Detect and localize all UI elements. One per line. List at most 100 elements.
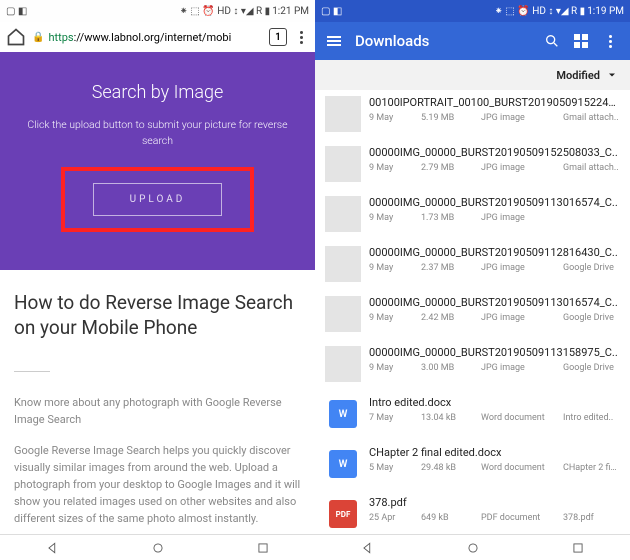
sort-label: Modified: [556, 69, 600, 82]
upload-highlight-frame: UPLOAD: [61, 167, 255, 232]
hero-section: Search by Image Click the upload button …: [0, 52, 315, 270]
upload-button[interactable]: UPLOAD: [93, 183, 223, 216]
file-info: 00000IMG_00000_BURST20190509152508033_C.…: [369, 146, 620, 182]
file-size: 13.04 kB: [421, 413, 481, 423]
file-type: PDF document: [481, 513, 563, 523]
file-source: Google Drive: [563, 313, 620, 323]
file-row[interactable]: 00000IMG_00000_BURST20190509112816430_C.…: [315, 240, 630, 290]
home-nav-icon[interactable]: [466, 541, 480, 555]
image-thumb: [325, 196, 361, 232]
kebab-menu-icon[interactable]: [293, 31, 309, 44]
file-size: 3.00 MB: [421, 363, 481, 373]
image-thumb: [325, 146, 361, 182]
kebab-menu-icon[interactable]: [602, 35, 618, 48]
image-thumb: [325, 346, 361, 382]
file-meta: 9 May 2.37 MB JPG image Google Drive: [369, 263, 620, 273]
file-name: 00000IMG_00000_BURST20190509152508033_C.…: [369, 146, 620, 159]
file-info: 00100lPORTRAIT_00100_BURST20190509152241…: [369, 96, 620, 132]
pdf-icon: PDF: [329, 500, 357, 528]
search-icon[interactable]: [544, 33, 560, 49]
home-icon[interactable]: [6, 27, 26, 47]
file-info: 00000IMG_00000_BURST20190509113016574_C.…: [369, 196, 620, 232]
recent-icon[interactable]: [571, 541, 585, 555]
chevron-down-icon: [606, 69, 618, 81]
image-thumb: [325, 296, 361, 332]
file-source: Intro edited..: [563, 413, 620, 423]
file-type: JPG image: [481, 113, 563, 123]
image-thumb: [325, 96, 361, 132]
status-icons-right: ⁕ ⬚ ⏰ HD ↕ ▾◢ R ▮: [494, 6, 585, 17]
tab-count-button[interactable]: 1: [269, 28, 287, 46]
file-size: 2.42 MB: [421, 313, 481, 323]
article-p1: Know more about any photograph with Goog…: [14, 394, 301, 428]
file-row[interactable]: 00000IMG_00000_BURST20190509113016574_C.…: [315, 290, 630, 340]
status-icons-right: ⁕ ⬚ ⏰ HD ↕ ▾◢ R ▮: [179, 6, 270, 17]
file-row[interactable]: 00000IMG_00000_BURST20190509113016574_C.…: [315, 190, 630, 240]
file-size: 649 kB: [421, 513, 481, 523]
file-row[interactable]: W Intro edited.docx 7 May 13.04 kB Word …: [315, 390, 630, 440]
status-time: 1:19 PM: [587, 6, 624, 17]
file-info: 00000IMG_00000_BURST20190509112816430_C.…: [369, 246, 620, 282]
file-row[interactable]: 00000IMG_00000_BURST20190509113158975_C.…: [315, 340, 630, 390]
file-size: 29.48 kB: [421, 463, 481, 473]
file-date: 5 May: [369, 463, 421, 473]
back-icon[interactable]: [46, 541, 60, 555]
file-source: 378.pdf: [563, 513, 620, 523]
file-meta: 9 May 2.42 MB JPG image Google Drive: [369, 313, 620, 323]
statusbar-right: ▢ ◧ ⁕ ⬚ ⏰ HD ↕ ▾◢ R ▮ 1:19 PM: [315, 0, 630, 22]
file-source: Gmail attach..: [563, 113, 620, 123]
url-text: https://www.labnol.org/internet/mobi: [48, 31, 231, 44]
file-name: 00000IMG_00000_BURST20190509113016574_C.…: [369, 296, 620, 309]
file-date: 25 Apr: [369, 513, 421, 523]
file-info: 378.pdf 25 Apr 649 kB PDF document 378.p…: [369, 496, 620, 532]
file-date: 9 May: [369, 213, 421, 223]
file-meta: 9 May 3.00 MB JPG image Google Drive: [369, 363, 620, 373]
file-type: JPG image: [481, 363, 563, 373]
file-info: 00000IMG_00000_BURST20190509113158975_C.…: [369, 346, 620, 382]
chrome-toolbar: 🔒 https://www.labnol.org/internet/mobi 1: [0, 22, 315, 52]
grid-view-icon[interactable]: [574, 34, 588, 48]
back-icon[interactable]: [361, 541, 375, 555]
file-row[interactable]: 00000IMG_00000_BURST20190509152508033_C.…: [315, 140, 630, 190]
file-type: JPG image: [481, 213, 563, 223]
status-icons-left: ▢ ◧: [6, 6, 27, 17]
file-size: 2.37 MB: [421, 263, 481, 273]
downloads-header: Downloads: [315, 22, 630, 60]
article-heading: How to do Reverse Image Search on your M…: [14, 290, 301, 341]
file-type: Word document: [481, 463, 563, 473]
file-type: JPG image: [481, 313, 563, 323]
file-date: 9 May: [369, 313, 421, 323]
url-bar[interactable]: 🔒 https://www.labnol.org/internet/mobi: [32, 31, 263, 44]
file-source: Google Drive: [563, 263, 620, 273]
file-name: 00000IMG_00000_BURST20190509113016574_C.…: [369, 196, 620, 209]
lock-icon: 🔒: [32, 32, 44, 43]
chrome-pane: ▢ ◧ ⁕ ⬚ ⏰ HD ↕ ▾◢ R ▮ 1:21 PM 🔒 https://…: [0, 0, 315, 560]
file-row[interactable]: PDF 378.pdf 25 Apr 649 kB PDF document 3…: [315, 490, 630, 540]
android-navbar-right: [315, 534, 630, 560]
hamburger-icon[interactable]: [327, 36, 341, 46]
recent-icon[interactable]: [256, 541, 270, 555]
article-body: How to do Reverse Image Search on your M…: [0, 270, 315, 542]
file-type: JPG image: [481, 163, 563, 173]
sort-bar[interactable]: Modified: [315, 60, 630, 90]
file-meta: 5 May 29.48 kB Word document CHapter 2 f…: [369, 463, 620, 473]
home-nav-icon[interactable]: [151, 541, 165, 555]
status-icons-left: ▢ ◧: [321, 6, 342, 17]
file-row[interactable]: W CHapter 2 final edited.docx 5 May 29.4…: [315, 440, 630, 490]
file-row[interactable]: 00100lPORTRAIT_00100_BURST20190509152241…: [315, 90, 630, 140]
file-meta: 9 May 1.73 MB JPG image: [369, 213, 620, 223]
file-list[interactable]: 00100lPORTRAIT_00100_BURST20190509152241…: [315, 90, 630, 560]
status-time: 1:21 PM: [272, 6, 309, 17]
file-info: CHapter 2 final edited.docx 5 May 29.48 …: [369, 446, 620, 482]
word-icon: W: [329, 400, 357, 428]
file-info: 00000IMG_00000_BURST20190509113016574_C.…: [369, 296, 620, 332]
file-meta: 25 Apr 649 kB PDF document 378.pdf: [369, 513, 620, 523]
file-source: CHapter 2 fin..: [563, 463, 620, 473]
file-source: [563, 213, 620, 223]
hero-title: Search by Image: [18, 82, 297, 103]
file-meta: 7 May 13.04 kB Word document Intro edite…: [369, 413, 620, 423]
file-name: 378.pdf: [369, 496, 620, 509]
file-date: 9 May: [369, 163, 421, 173]
file-date: 9 May: [369, 263, 421, 273]
file-meta: 9 May 2.79 MB JPG image Gmail attach..: [369, 163, 620, 173]
